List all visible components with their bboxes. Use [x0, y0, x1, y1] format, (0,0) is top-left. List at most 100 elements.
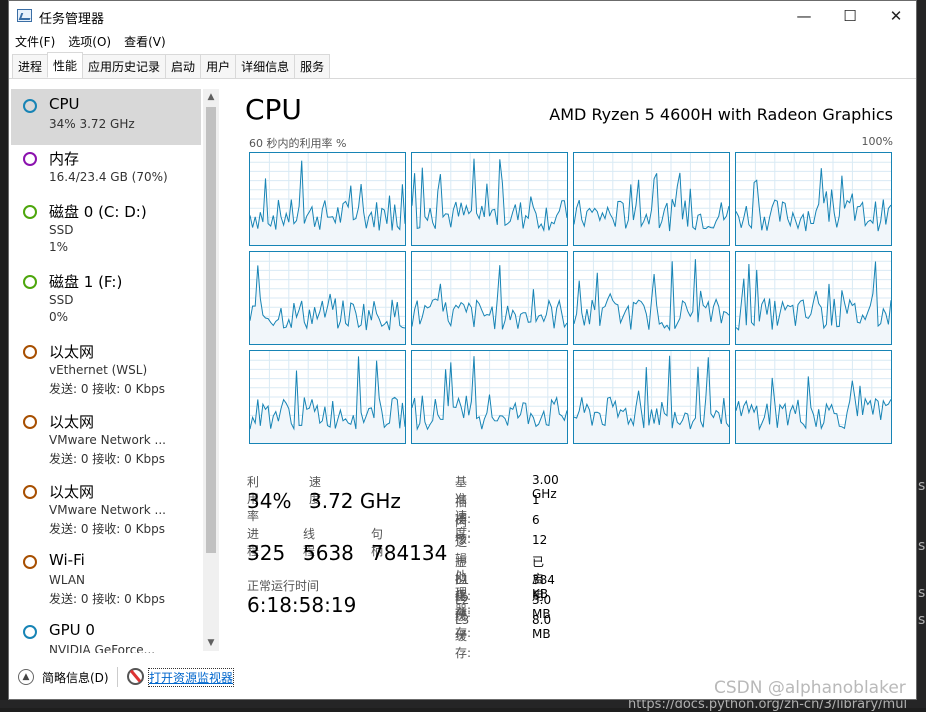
sidebar-item-label: 以太网 [49, 343, 95, 361]
sidebar-item-label: 磁盘 0 (C: D:) [49, 203, 147, 221]
scroll-up-arrow-icon[interactable]: ▲ [203, 89, 219, 105]
cpu-title: CPU [245, 93, 302, 126]
sidebar-item-cpu[interactable]: CPU 34% 3.72 GHz [11, 89, 201, 145]
sidebar-item-detail: VMware Network ... [49, 503, 166, 517]
cpu-core-graph [249, 251, 406, 345]
speed-value: 3.72 GHz [309, 489, 401, 513]
sidebar-item-detail: SSD [49, 223, 74, 237]
open-resource-monitor-link[interactable]: 打开资源监视器 [147, 668, 235, 687]
sidebar-item-detail: 1% [49, 240, 69, 254]
resource-monitor-icon [127, 668, 144, 685]
cpu-core-graph [249, 152, 406, 246]
ethernet-ring-icon [23, 345, 37, 359]
sidebar-item-detail: WLAN [49, 573, 86, 587]
disk-ring-icon [23, 205, 37, 219]
handles-value: 784134 [371, 541, 448, 565]
utilization-value: 34% [247, 489, 292, 513]
sidebar-item-label: Wi-Fi [49, 551, 85, 569]
maximize-button[interactable]: ☐ [827, 1, 873, 31]
tab-performance[interactable]: 性能 [47, 52, 84, 78]
minimize-button[interactable]: — [781, 1, 827, 31]
processes-value: 325 [247, 541, 286, 565]
sidebar-item-detail: vEthernet (WSL) [49, 363, 148, 377]
sidebar-item-label: 磁盘 1 (F:) [49, 273, 123, 291]
threads-value: 5638 [303, 541, 354, 565]
cpu-core-graph [411, 350, 568, 444]
sidebar-item-detail: NVIDIA GeForce... [49, 643, 156, 653]
sidebar-item-detail: 34% 3.72 GHz [49, 117, 135, 131]
sidebar-item-memory[interactable]: 内存 16.4/23.4 GB (70%) [11, 142, 201, 198]
cpu-panel: CPU AMD Ryzen 5 4600H with Radeon Graphi… [237, 85, 907, 660]
detail-value: 1 [532, 493, 540, 507]
task-manager-icon [17, 9, 32, 22]
background-text: s [918, 612, 926, 628]
cpu-core-graph [249, 350, 406, 444]
sidebar-item-wifi[interactable]: Wi-Fi WLAN 发送: 0 接收: 0 Kbps [11, 545, 201, 609]
sidebar-scrollbar[interactable]: ▲ ▼ [203, 89, 219, 651]
sidebar-item-detail: 发送: 0 接收: 0 Kbps [49, 452, 165, 466]
cpu-model: AMD Ryzen 5 4600H with Radeon Graphics [549, 105, 893, 124]
sidebar-item-label: GPU 0 [49, 621, 95, 639]
graph-max-label: 100% [861, 135, 893, 148]
tab-details[interactable]: 详细信息 [235, 54, 296, 78]
background-editor-strip [916, 0, 926, 708]
sidebar-item-detail: 0% [49, 310, 69, 324]
fewer-details-link[interactable]: 简略信息(D) [42, 669, 109, 686]
cpu-core-graph [735, 251, 892, 345]
background-text: s [918, 478, 926, 494]
background-text: s [918, 538, 926, 554]
cpu-core-graph [573, 251, 730, 345]
close-button[interactable]: ✕ [873, 1, 919, 31]
tab-bar: 进程 性能 应用历史记录 启动 用户 详细信息 服务 [9, 52, 916, 79]
detail-key: L3 缓存: [455, 613, 472, 660]
cpu-core-graph [573, 152, 730, 246]
sidebar-item-disk0[interactable]: 磁盘 0 (C: D:) SSD 1% [11, 195, 201, 259]
sidebar-item-label: CPU [49, 95, 80, 113]
sidebar-item-detail: 发送: 0 接收: 0 Kbps [49, 592, 165, 606]
background-text: s [918, 585, 926, 601]
ethernet-ring-icon [23, 415, 37, 429]
memory-ring-icon [23, 152, 37, 166]
disk-ring-icon [23, 275, 37, 289]
tab-startup[interactable]: 启动 [165, 54, 202, 78]
menu-bar: 文件(F) 选项(O) 查看(V) [9, 31, 916, 51]
detail-value: 6 [532, 513, 540, 527]
tab-processes[interactable]: 进程 [12, 54, 49, 78]
window-title: 任务管理器 [39, 12, 105, 27]
sidebar-item-label: 以太网 [49, 413, 95, 431]
resource-sidebar: CPU 34% 3.72 GHz 内存 16.4/23.4 GB (70%) 磁… [9, 81, 221, 653]
footer-divider [117, 667, 118, 687]
detail-value: 8.0 MB [532, 613, 552, 641]
sidebar-item-disk1[interactable]: 磁盘 1 (F:) SSD 0% [11, 265, 201, 329]
cpu-core-graph [411, 152, 568, 246]
tab-app-history[interactable]: 应用历史记录 [82, 54, 167, 78]
uptime-value: 6:18:58:19 [247, 593, 357, 617]
menu-options[interactable]: 选项(O) [68, 33, 111, 50]
sidebar-item-detail: 发送: 0 接收: 0 Kbps [49, 522, 165, 536]
ethernet-ring-icon [23, 485, 37, 499]
menu-view[interactable]: 查看(V) [124, 33, 166, 50]
sidebar-item-ethernet-vmware-2[interactable]: 以太网 VMware Network ... 发送: 0 接收: 0 Kbps [11, 475, 201, 539]
graph-label: 60 秒内的利用率 % [249, 137, 347, 150]
tab-services[interactable]: 服务 [294, 54, 331, 78]
wifi-ring-icon [23, 555, 37, 569]
sidebar-item-label: 内存 [49, 150, 80, 168]
uptime-label: 正常运行时间 [247, 579, 320, 593]
scrollbar-thumb[interactable] [206, 107, 216, 553]
sidebar-item-ethernet-vmware-1[interactable]: 以太网 VMware Network ... 发送: 0 接收: 0 Kbps [11, 405, 201, 469]
cpu-core-graph-grid [249, 152, 895, 446]
sidebar-item-detail: 16.4/23.4 GB (70%) [49, 170, 168, 184]
gpu-ring-icon [23, 625, 37, 639]
sidebar-item-detail: SSD [49, 293, 74, 307]
watermark-text: CSDN @alphanoblaker [714, 678, 906, 698]
sidebar-item-ethernet-wsl[interactable]: 以太网 vEthernet (WSL) 发送: 0 接收: 0 Kbps [11, 335, 201, 399]
menu-file[interactable]: 文件(F) [15, 33, 55, 50]
chevron-up-icon[interactable]: ▲ [18, 669, 34, 685]
cpu-core-graph [411, 251, 568, 345]
scroll-down-arrow-icon[interactable]: ▼ [203, 635, 219, 651]
sidebar-item-gpu0[interactable]: GPU 0 NVIDIA GeForce... [11, 615, 201, 653]
tab-users[interactable]: 用户 [200, 54, 237, 78]
title-bar: 任务管理器 — ☐ ✕ [9, 1, 916, 31]
sidebar-item-detail: 发送: 0 接收: 0 Kbps [49, 382, 165, 396]
cpu-core-graph [573, 350, 730, 444]
